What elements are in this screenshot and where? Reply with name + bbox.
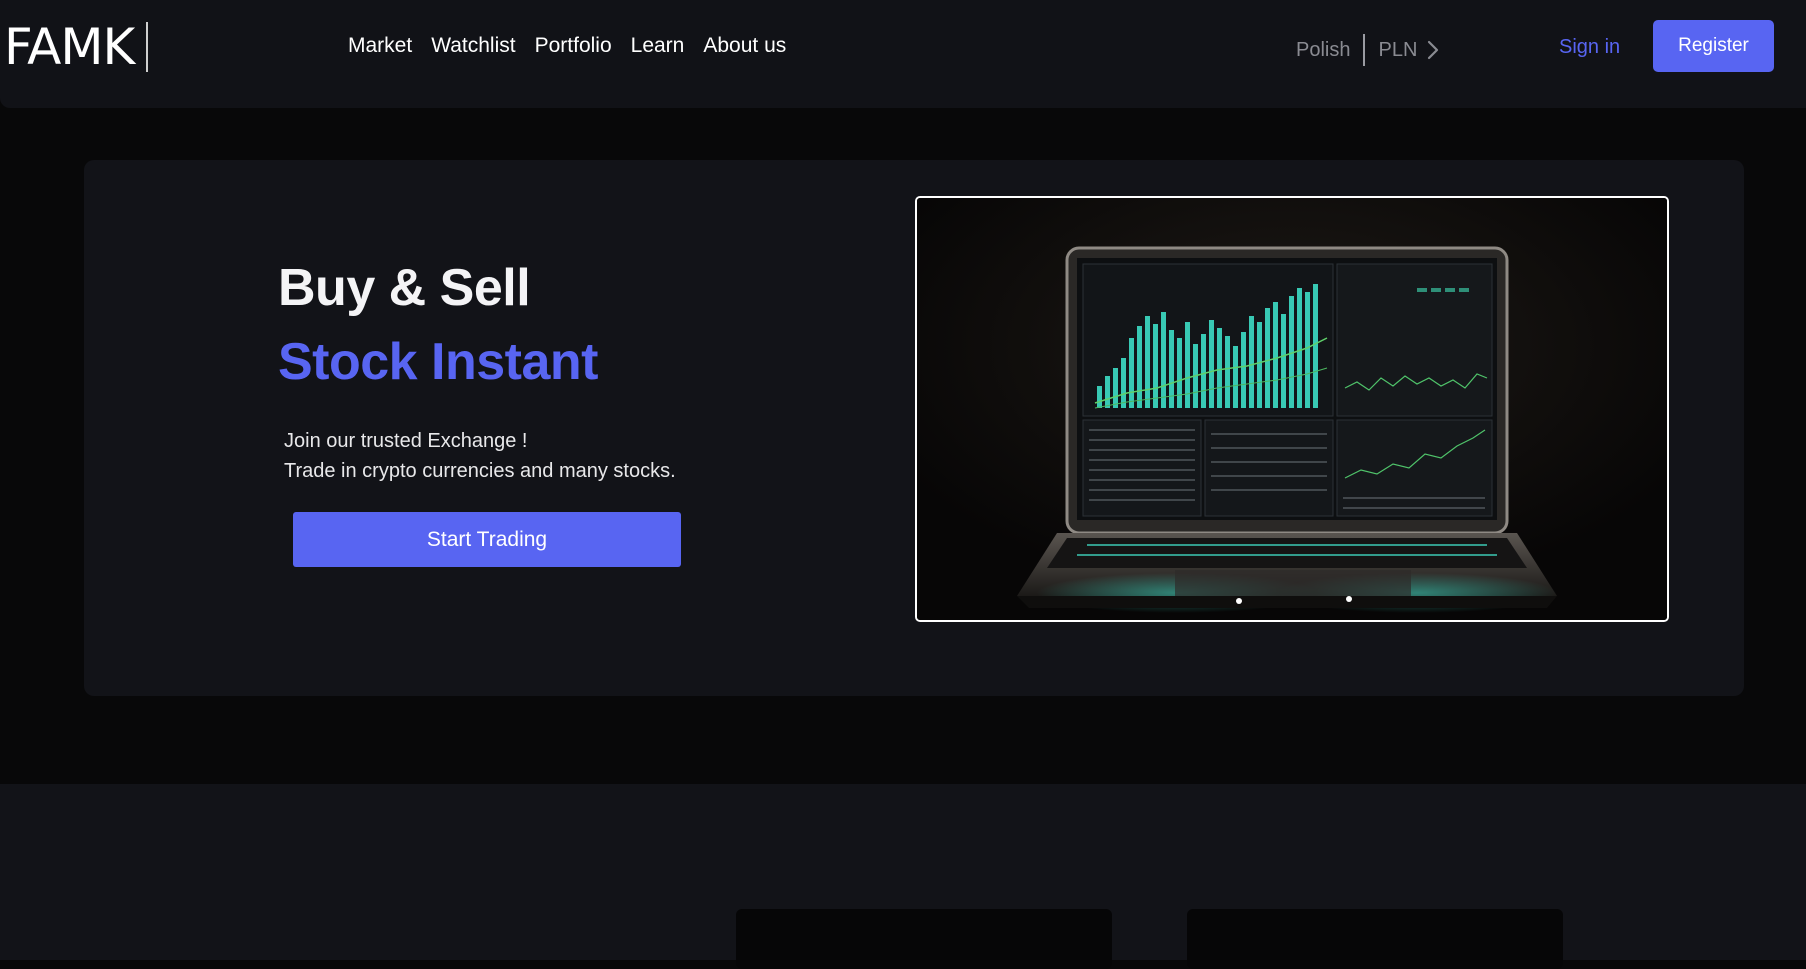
laptop-trading-image [917, 198, 1667, 620]
locale-selector[interactable]: Polish PLN [1296, 34, 1439, 66]
feature-card [1187, 909, 1563, 969]
hero-subtext-secondary: Trade in crypto currencies and many stoc… [284, 460, 676, 482]
carousel-dot-1 [1236, 598, 1242, 604]
currency-label[interactable]: PLN [1378, 39, 1417, 62]
hero-subtext: Join our trusted Exchange ! [284, 430, 528, 452]
hero-image-carousel[interactable] [915, 196, 1669, 622]
chevron-right-icon[interactable] [1427, 40, 1439, 60]
main-nav: Market Watchlist Portfolio Learn About u… [348, 34, 805, 58]
brand-name: FAMK [4, 18, 135, 76]
hero-headline-accent: Stock Instant [278, 333, 599, 391]
hero-headline: Buy & Sell [278, 259, 531, 317]
nav-link-market[interactable]: Market [348, 34, 412, 58]
sign-in-link[interactable]: Sign in [1559, 36, 1620, 59]
top-navbar: FAMK Market Watchlist Portfolio Learn Ab… [0, 0, 1806, 108]
carousel-dot-2 [1346, 596, 1352, 602]
register-button[interactable]: Register [1653, 20, 1774, 72]
locale-divider [1363, 34, 1366, 66]
nav-link-about-us[interactable]: About us [703, 34, 786, 58]
nav-link-learn[interactable]: Learn [631, 34, 685, 58]
nav-link-portfolio[interactable]: Portfolio [535, 34, 612, 58]
brand-logo[interactable]: FAMK [4, 18, 149, 76]
logo-divider [146, 22, 149, 72]
feature-card [736, 909, 1112, 969]
start-trading-button[interactable]: Start Trading [293, 512, 681, 567]
nav-link-watchlist[interactable]: Watchlist [431, 34, 515, 58]
language-label[interactable]: Polish [1296, 39, 1350, 62]
